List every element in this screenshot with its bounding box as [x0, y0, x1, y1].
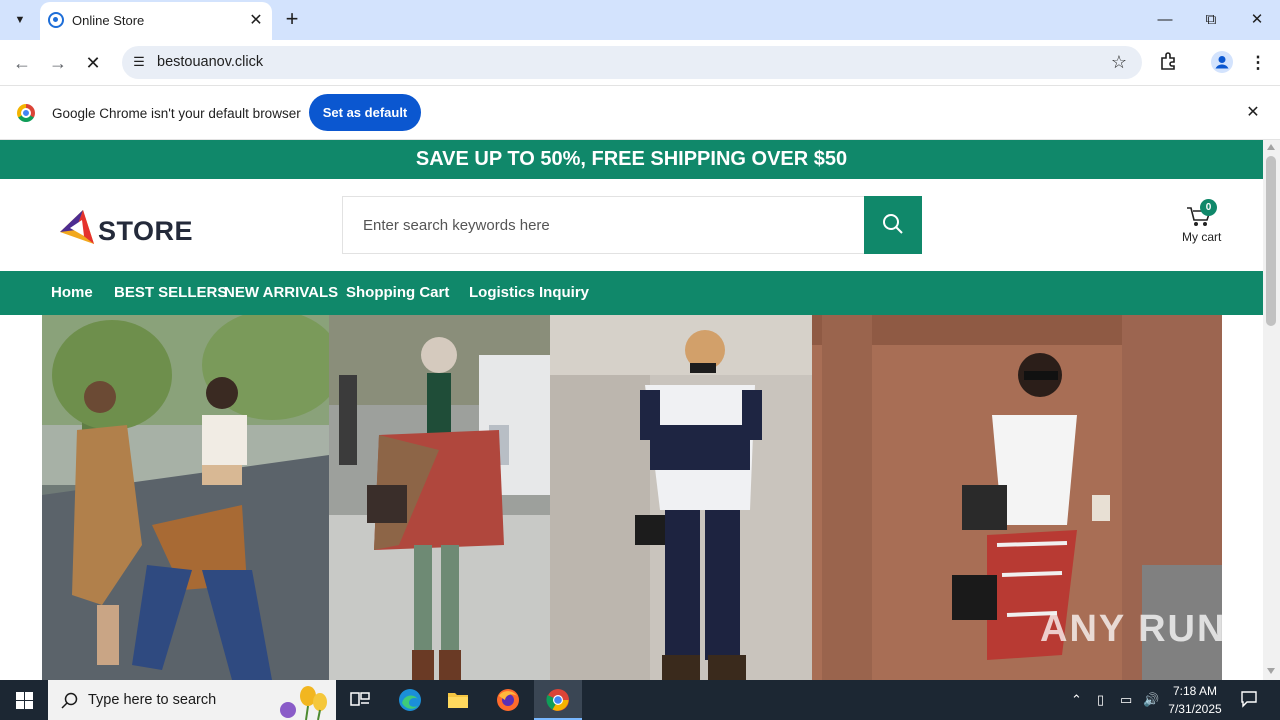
edge-icon — [399, 689, 421, 711]
start-button[interactable] — [0, 680, 48, 720]
notifications-icon[interactable] — [1240, 690, 1258, 711]
stop-loading-icon[interactable]: ✕ — [80, 50, 106, 76]
firefox-icon — [497, 689, 519, 711]
chrome-taskbar-button[interactable] — [534, 680, 582, 720]
hero-image-1 — [42, 315, 329, 680]
tab-favicon-icon — [48, 12, 64, 28]
back-arrow-icon[interactable]: ← — [9, 50, 35, 76]
hero-image-2 — [329, 315, 550, 680]
site-info-icon[interactable]: ☰ — [130, 53, 148, 71]
cart-label: My cart — [1182, 230, 1222, 244]
web-page: SAVE UP TO 50%, FREE SHIPPING OVER $50 S… — [0, 140, 1263, 680]
clock-date[interactable]: 7/31/2025 — [1168, 702, 1222, 716]
set-as-default-button[interactable]: Set as default — [309, 94, 421, 131]
page-scrollbar[interactable] — [1263, 140, 1280, 680]
promo-banner: SAVE UP TO 50%, FREE SHIPPING OVER $50 — [0, 140, 1263, 179]
nav-new-arrivals[interactable]: NEW ARRIVALS — [224, 284, 338, 301]
restore-button[interactable]: ⧉ — [1197, 6, 1225, 34]
address-bar[interactable]: ☰ bestouanov.click ☆ — [122, 46, 1142, 79]
tab-close-icon[interactable]: ✕ — [246, 11, 266, 31]
search-input[interactable] — [343, 197, 864, 253]
task-view-button[interactable] — [336, 680, 384, 720]
windows-logo-icon — [16, 692, 33, 709]
default-browser-infobar: Google Chrome isn't your default browser… — [0, 87, 1280, 140]
nav-home[interactable]: Home — [51, 284, 93, 301]
clock-time[interactable]: 7:18 AM — [1172, 684, 1218, 698]
scroll-up-arrow-icon[interactable] — [1267, 144, 1275, 150]
battery-icon[interactable]: ▯ — [1097, 692, 1104, 708]
search-icon — [61, 692, 78, 709]
tray-overflow-chevron-icon[interactable]: ⌃ — [1071, 692, 1082, 708]
chrome-icon — [546, 689, 569, 711]
scroll-thumb[interactable] — [1266, 156, 1276, 326]
nav-logistics-inquiry[interactable]: Logistics Inquiry — [469, 284, 589, 301]
file-explorer-taskbar-button[interactable] — [434, 680, 482, 720]
infobar-close-icon[interactable]: ✕ — [1243, 103, 1263, 123]
menu-kebab-icon[interactable]: ⋮ — [1246, 51, 1270, 75]
windows-taskbar: Type here to search ⌃ ▯ ▭ 🔊 7:18 AM 7/31… — [0, 680, 1280, 720]
hero-image-3 — [550, 315, 812, 680]
tulip-decoration-icon — [280, 686, 327, 720]
volume-icon[interactable]: 🔊 — [1143, 692, 1159, 708]
folder-icon — [448, 693, 468, 708]
taskbar-search-placeholder: Type here to search — [88, 692, 217, 708]
search-button[interactable] — [864, 196, 922, 254]
network-icon[interactable]: ▭ — [1120, 692, 1132, 708]
chrome-logo-icon — [17, 104, 35, 122]
tab-strip: ▼ Online Store ✕ + — ⧉ ✕ — [0, 0, 1280, 40]
watermark-logo: ANY RUN — [1040, 608, 1227, 650]
bookmark-star-icon[interactable]: ☆ — [1108, 51, 1130, 73]
minimize-button[interactable]: — — [1151, 6, 1179, 34]
logo-mark-icon — [60, 210, 94, 244]
cart-button[interactable]: 0 My cart — [1180, 199, 1226, 246]
task-view-icon — [350, 692, 370, 706]
url-text[interactable]: bestouanov.click — [157, 54, 263, 70]
extensions-puzzle-icon[interactable] — [1157, 51, 1181, 75]
close-window-button[interactable]: ✕ — [1243, 6, 1271, 34]
forward-arrow-icon[interactable]: → — [45, 50, 71, 76]
tab-search-chevron-icon[interactable]: ▼ — [6, 6, 34, 34]
browser-tab[interactable]: Online Store ✕ — [40, 2, 272, 40]
taskbar-search-box[interactable]: Type here to search — [48, 680, 336, 720]
edge-taskbar-button[interactable] — [386, 680, 434, 720]
search-box — [342, 196, 865, 254]
main-nav: Home BEST SELLERS NEW ARRIVALS Shopping … — [0, 271, 1263, 315]
browser-toolbar: ← → ✕ ☰ bestouanov.click ☆ ⋮ — [0, 40, 1280, 86]
nav-shopping-cart[interactable]: Shopping Cart — [346, 284, 449, 301]
tab-title: Online Store — [72, 13, 145, 28]
scroll-down-arrow-icon[interactable] — [1267, 668, 1275, 674]
store-logo[interactable]: STORE — [58, 208, 193, 248]
cart-count-badge: 0 — [1200, 199, 1217, 216]
logo-text: STORE — [98, 216, 194, 246]
firefox-taskbar-button[interactable] — [484, 680, 532, 720]
infobar-message: Google Chrome isn't your default browser — [52, 106, 301, 121]
nav-best-sellers[interactable]: BEST SELLERS — [114, 284, 227, 301]
profile-avatar-icon[interactable] — [1210, 51, 1234, 75]
search-icon — [883, 213, 903, 234]
new-tab-button[interactable]: + — [280, 8, 304, 32]
